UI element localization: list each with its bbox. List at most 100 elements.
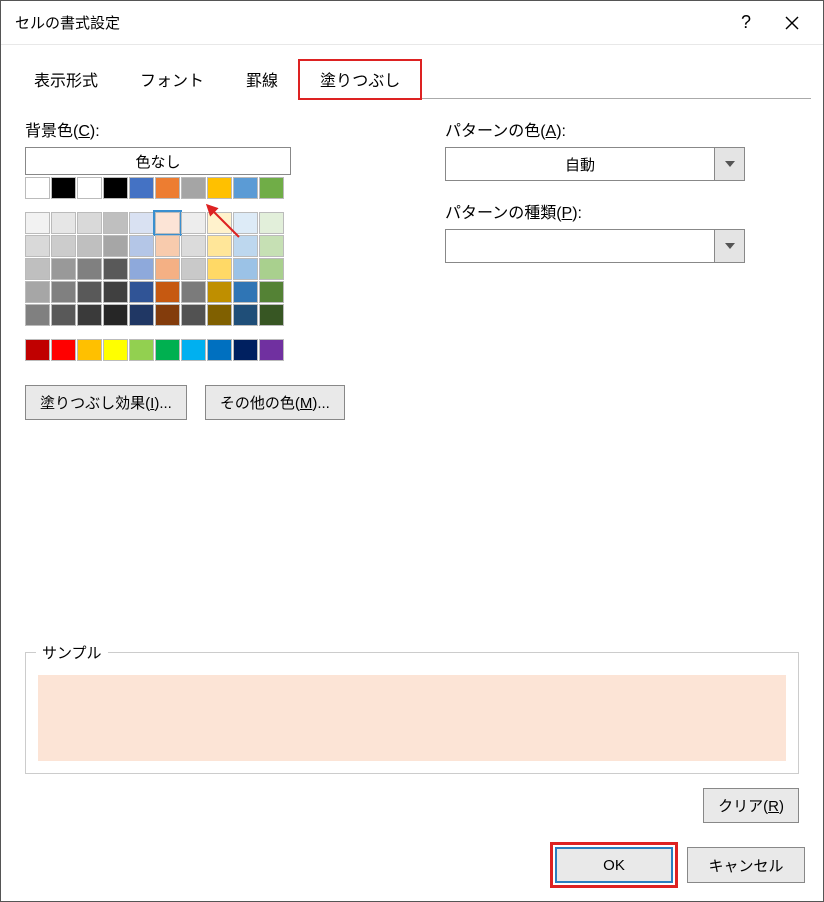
fill-panel: 背景色(C): 色なし [1,99,823,835]
tab-2[interactable]: 罫線 [225,60,299,99]
color-swatch[interactable] [181,304,206,326]
fill-effects-button[interactable]: 塗りつぶし効果(I)... [25,385,187,420]
tab-3[interactable]: 塗りつぶし [299,60,421,99]
color-swatch[interactable] [25,339,50,361]
color-swatch[interactable] [233,339,258,361]
color-swatch[interactable] [25,235,50,257]
color-swatch[interactable] [77,212,102,234]
color-swatch[interactable] [77,235,102,257]
color-swatch[interactable] [77,339,102,361]
color-swatch[interactable] [103,212,128,234]
color-swatch[interactable] [103,281,128,303]
color-swatch[interactable] [181,258,206,280]
color-swatch[interactable] [259,212,284,234]
pattern-type-label: パターンの種類(P): [445,199,799,223]
color-swatch[interactable] [51,212,76,234]
color-swatch[interactable] [259,235,284,257]
color-swatch[interactable] [155,212,180,234]
color-swatch-grid [25,177,385,361]
clear-button[interactable]: クリア(R) [703,788,799,823]
close-icon [785,16,799,30]
color-swatch[interactable] [207,235,232,257]
titlebar: セルの書式設定 ? [1,1,823,45]
tab-1[interactable]: フォント [119,60,225,99]
no-color-button[interactable]: 色なし [25,147,291,175]
color-swatch[interactable] [129,212,154,234]
color-swatch[interactable] [25,177,50,199]
pattern-type-combo[interactable] [445,229,745,263]
color-swatch[interactable] [129,258,154,280]
color-swatch[interactable] [233,177,258,199]
help-button[interactable]: ? [723,1,769,45]
color-swatch[interactable] [233,304,258,326]
color-swatch[interactable] [129,281,154,303]
dialog-footer: OK キャンセル [1,835,823,901]
pattern-type-dropdown[interactable] [714,230,744,262]
dialog-title: セルの書式設定 [15,12,723,33]
color-swatch[interactable] [129,339,154,361]
color-swatch[interactable] [155,235,180,257]
color-swatch[interactable] [51,235,76,257]
color-swatch[interactable] [181,281,206,303]
cancel-button[interactable]: キャンセル [687,847,805,883]
color-swatch[interactable] [129,177,154,199]
color-swatch[interactable] [259,339,284,361]
color-swatch[interactable] [155,339,180,361]
color-swatch[interactable] [181,235,206,257]
color-swatch[interactable] [207,212,232,234]
color-swatch[interactable] [25,304,50,326]
color-swatch[interactable] [181,212,206,234]
color-swatch[interactable] [207,177,232,199]
color-swatch[interactable] [103,339,128,361]
color-swatch[interactable] [207,304,232,326]
color-swatch[interactable] [103,177,128,199]
pattern-color-combo[interactable]: 自動 [445,147,745,181]
color-swatch[interactable] [51,304,76,326]
color-swatch[interactable] [51,281,76,303]
bgcolor-label: 背景色(C): [25,117,385,141]
color-swatch[interactable] [77,258,102,280]
color-swatch[interactable] [77,304,102,326]
color-swatch[interactable] [129,304,154,326]
color-swatch[interactable] [25,281,50,303]
color-swatch[interactable] [103,235,128,257]
color-swatch[interactable] [155,258,180,280]
color-swatch[interactable] [259,281,284,303]
color-swatch[interactable] [259,177,284,199]
pattern-color-label: パターンの色(A): [445,117,799,141]
color-swatch[interactable] [103,304,128,326]
color-swatch[interactable] [207,258,232,280]
color-swatch[interactable] [77,281,102,303]
color-swatch[interactable] [155,304,180,326]
color-swatch[interactable] [77,177,102,199]
dialog-window: セルの書式設定 ? 表示形式フォント罫線塗りつぶし 背景色(C): 色なし [0,0,824,902]
sample-legend: サンプル [36,642,108,663]
close-button[interactable] [769,1,815,45]
color-swatch[interactable] [51,177,76,199]
color-swatch[interactable] [103,258,128,280]
color-swatch[interactable] [207,339,232,361]
pattern-type-value [446,230,714,262]
color-swatch[interactable] [129,235,154,257]
color-swatch[interactable] [233,258,258,280]
color-swatch[interactable] [181,177,206,199]
more-colors-button[interactable]: その他の色(M)... [205,385,345,420]
color-swatch[interactable] [155,177,180,199]
color-swatch[interactable] [25,212,50,234]
color-swatch[interactable] [233,281,258,303]
color-swatch[interactable] [155,281,180,303]
color-swatch[interactable] [51,339,76,361]
color-swatch[interactable] [181,339,206,361]
ok-button[interactable]: OK [555,847,673,883]
color-swatch[interactable] [207,281,232,303]
color-swatch[interactable] [233,212,258,234]
color-swatch[interactable] [233,235,258,257]
tab-0[interactable]: 表示形式 [13,60,119,99]
color-swatch[interactable] [259,258,284,280]
chevron-down-icon [725,161,735,167]
sample-preview [38,675,786,761]
color-swatch[interactable] [51,258,76,280]
pattern-color-dropdown[interactable] [714,148,744,180]
color-swatch[interactable] [25,258,50,280]
color-swatch[interactable] [259,304,284,326]
